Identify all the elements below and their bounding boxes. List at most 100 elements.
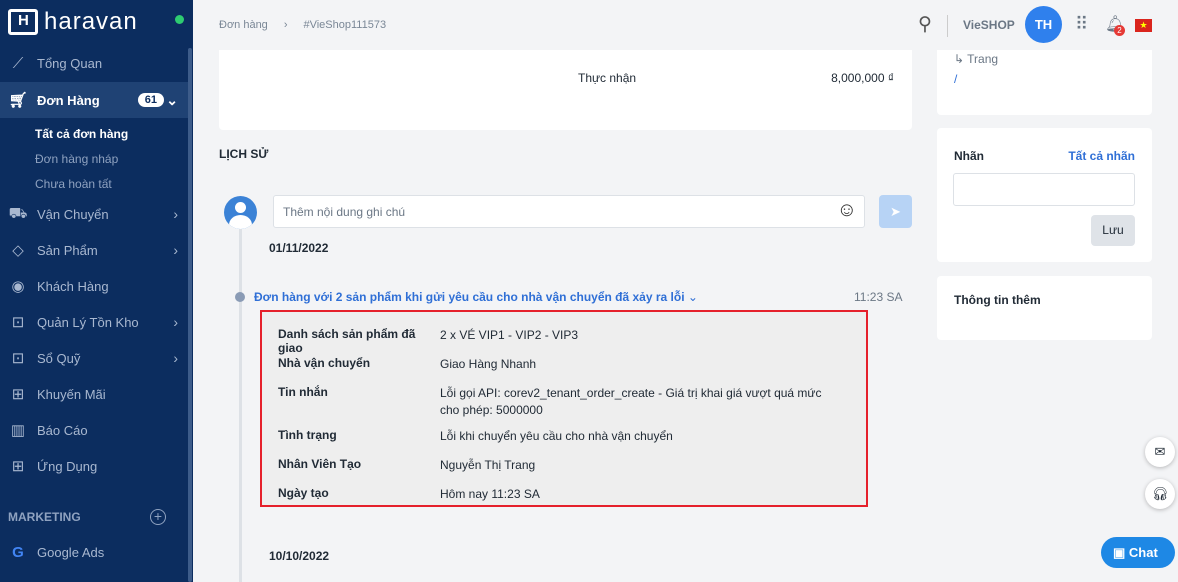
sidebar-scrollbar[interactable] xyxy=(188,48,192,582)
received-label: Thực nhận xyxy=(578,71,637,85)
sidebar-item-google-ads[interactable]: G Google Ads xyxy=(0,534,188,570)
detail-row: Tình trạng Lỗi khi chuyển yêu cầu cho nhà… xyxy=(278,428,840,445)
sidebar-item-tong-quan[interactable]: ⟋ Tổng Quan xyxy=(0,45,188,81)
mail-icon: ✉ xyxy=(1154,444,1166,459)
online-status-dot xyxy=(175,15,184,24)
all-tags-link[interactable]: Tất cả nhãn xyxy=(1068,149,1135,163)
detail-key: Tin nhắn xyxy=(278,385,328,399)
shop-name[interactable]: VieSHOP xyxy=(963,18,1015,32)
label: Khách Hàng xyxy=(37,278,109,294)
breadcrumb: Đơn hàng › #VieShop111573 xyxy=(219,19,402,31)
user-avatar[interactable]: TH xyxy=(1025,6,1062,43)
event-details-box: Danh sách sản phẩm đã giao 2 x VÉ VIP1 - … xyxy=(260,310,868,507)
chat-label: Chat xyxy=(1128,545,1158,560)
chevron-down-icon: ⌄ xyxy=(687,290,698,304)
return-arrow-icon: ↳ xyxy=(954,52,968,66)
chevron-right-icon: › xyxy=(173,242,178,258)
label: Khuyến Mãi xyxy=(37,386,106,402)
detail-value: Lỗi khi chuyển yêu cầu cho nhà vận chuyể… xyxy=(440,429,673,443)
sub-item-all-orders[interactable]: Tất cả đơn hàng xyxy=(35,127,128,141)
breadcrumb-separator: › xyxy=(283,19,288,31)
apps-grid-icon[interactable]: ⠿ xyxy=(1075,14,1088,35)
emoji-icon[interactable]: ☺ xyxy=(837,199,857,222)
chat-button[interactable]: ▣ Chat xyxy=(1101,537,1175,568)
history-date: 10/10/2022 xyxy=(269,549,330,563)
haravan-logo[interactable]: haravan xyxy=(8,8,138,36)
received-value: 8,000,000 ₫ xyxy=(831,71,894,85)
send-icon: ➤ xyxy=(890,204,901,219)
breadcrumb-orders[interactable]: Đơn hàng xyxy=(219,19,268,31)
detail-row: Danh sách sản phẩm đã giao 2 x VÉ VIP1 - … xyxy=(278,327,840,355)
chevron-right-icon: › xyxy=(173,350,178,366)
event-time: 11:23 SA xyxy=(854,290,903,304)
tags-input[interactable] xyxy=(953,173,1135,206)
detail-key: Nhân Viên Tạo xyxy=(278,457,362,471)
payment-summary-card: Thực nhận 8,000,000 ₫ xyxy=(219,50,912,130)
more-info-title: Thông tin thêm xyxy=(954,293,1041,307)
customer-card: ↳ Trang / xyxy=(937,50,1152,115)
note-input[interactable]: Thêm nội dung ghi chú ☺ xyxy=(273,195,865,228)
search-icon[interactable]: ⚲ xyxy=(918,13,932,36)
send-note-button[interactable]: ➤ xyxy=(879,195,912,228)
detail-key: Ngày tạo xyxy=(278,486,329,500)
detail-value: 2 x VÉ VIP1 - VIP2 - VIP3 xyxy=(440,328,579,342)
timeline-line xyxy=(239,228,242,582)
detail-row: Nhà vận chuyển Giao Hàng Nhanh xyxy=(278,356,840,373)
trend-icon: ⟋ xyxy=(12,54,24,72)
sidebar-item-van-chuyen[interactable]: ⛟ Vận Chuyển › xyxy=(0,196,188,232)
detail-value: Giao Hàng Nhanh xyxy=(440,357,537,371)
sidebar-item-ung-dung[interactable]: ⊞ Ứng Dụng xyxy=(0,448,188,484)
detail-value: Hôm nay 11:23 SA xyxy=(440,487,540,501)
headset-icon: 🎧︎ xyxy=(1151,486,1169,501)
sidebar-item-san-pham[interactable]: ◇ Sản Phẩm › xyxy=(0,232,188,268)
notification-badge: 2 xyxy=(1114,25,1125,36)
label: Đơn Hàng xyxy=(37,92,100,108)
history-title: LỊCH SỬ xyxy=(219,147,269,161)
detail-row: Ngày tạo Hôm nay 11:23 SA xyxy=(278,486,840,503)
inventory-icon: ⊡ xyxy=(11,314,25,331)
label: Báo Cáo xyxy=(37,422,88,438)
label: Sản Phẩm xyxy=(37,242,98,258)
chat-icon: ▣ xyxy=(1113,545,1126,560)
brand-name: haravan xyxy=(44,8,138,35)
order-count-badge: 61 xyxy=(137,93,164,107)
marketing-heading: MARKETING xyxy=(8,510,81,524)
sub-item-incomplete[interactable]: Chưa hoàn tất xyxy=(35,177,112,191)
more-info-card: Thông tin thêm xyxy=(937,276,1152,340)
add-marketing-channel-button[interactable]: + xyxy=(150,509,166,525)
label: Sổ Quỹ xyxy=(37,350,81,366)
note-placeholder: Thêm nội dung ghi chú xyxy=(283,205,406,219)
cart-icon: 🛒︎ xyxy=(8,92,28,109)
sidebar-item-so-quy[interactable]: ⊡ Sổ Quỹ › xyxy=(0,340,188,376)
support-button[interactable]: 🎧︎ xyxy=(1145,479,1175,509)
timeline-dot xyxy=(235,292,245,302)
detail-key: Nhà vận chuyển xyxy=(278,356,371,370)
sidebar-item-khuyen-mai[interactable]: ⊞ Khuyến Mãi xyxy=(0,376,188,412)
detail-key: Tình trạng xyxy=(278,428,337,442)
save-tags-button[interactable]: Lưu xyxy=(1091,215,1135,246)
mail-button[interactable]: ✉ xyxy=(1145,437,1175,467)
sub-item-draft-orders[interactable]: Đơn hàng nháp xyxy=(35,152,118,166)
address-line: Trang xyxy=(967,52,999,66)
label: Ứng Dụng xyxy=(37,458,98,474)
detail-value: Lỗi gọi API: corev2_tenant_order_create … xyxy=(440,386,822,417)
tags-title: Nhãn xyxy=(954,149,984,163)
label: Tổng Quan xyxy=(37,55,103,71)
address-link[interactable]: / xyxy=(954,72,957,86)
label: Google Ads xyxy=(37,544,105,560)
top-header: Đơn hàng › #VieShop111573 ⚲ VieSHOP TH ⠿ 🔔… xyxy=(193,0,1178,50)
user-avatar-icon xyxy=(224,196,257,229)
event-title-link[interactable]: Đơn hàng với 2 sản phẩm khi gửi yêu cầu … xyxy=(254,290,698,304)
cashbook-icon: ⊡ xyxy=(11,350,25,367)
event-title: Đơn hàng với 2 sản phẩm khi gửi yêu cầu … xyxy=(254,290,685,304)
chevron-right-icon: › xyxy=(173,206,178,222)
vietnam-flag-icon[interactable]: ★ xyxy=(1135,19,1152,32)
sidebar: haravan ⟋ Tổng Quan 🛒︎ Đơn Hàng 61⌄ Tất cả … xyxy=(0,0,193,582)
chevron-right-icon: › xyxy=(173,314,178,330)
chevron-down-icon: ⌄ xyxy=(166,91,178,108)
label: Vận Chuyển xyxy=(37,206,109,222)
sidebar-item-don-hang[interactable]: 🛒︎ Đơn Hàng 61 ⌄ xyxy=(0,82,188,118)
sidebar-item-khach-hang[interactable]: ◉ Khách Hàng xyxy=(0,268,188,304)
sidebar-item-ton-kho[interactable]: ⊡ Quản Lý Tồn Kho › xyxy=(0,304,188,340)
sidebar-item-bao-cao[interactable]: ▥ Báo Cáo xyxy=(0,412,188,448)
